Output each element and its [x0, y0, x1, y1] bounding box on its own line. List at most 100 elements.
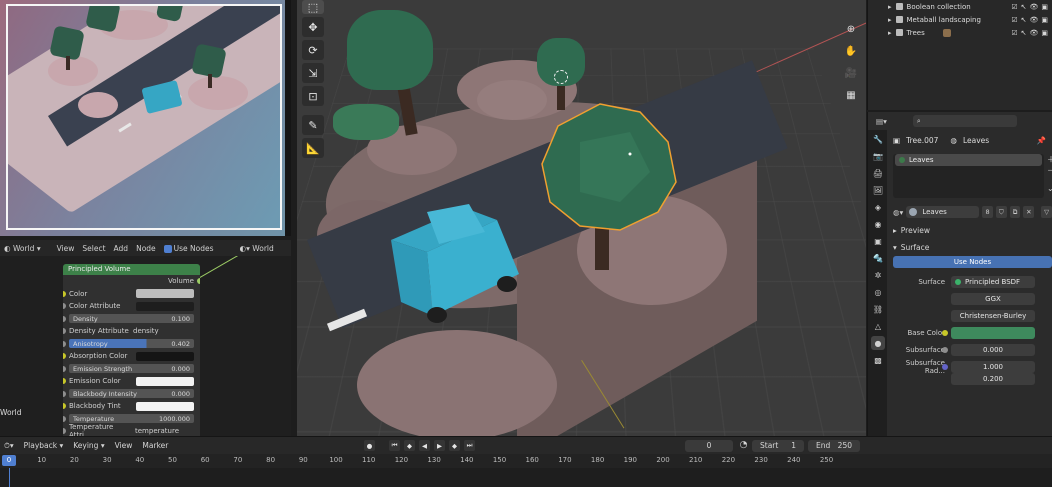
pin-icon[interactable]: 📌 [1037, 136, 1052, 145]
input-socket[interactable] [63, 403, 66, 410]
camera-icon[interactable]: 🎥 [842, 64, 860, 82]
clock-icon[interactable]: ◔ [738, 440, 749, 451]
surface-shader-field[interactable]: Principled BSDF [951, 275, 1035, 288]
texture-tab-icon[interactable]: ▩ [871, 353, 885, 367]
eye-icon[interactable]: 👁 [1029, 29, 1038, 37]
timeline-track-area[interactable] [0, 468, 1052, 487]
blackbody-intensity-field[interactable]: Blackbody Intensity 0.000 [69, 389, 194, 399]
camera-icon[interactable]: ▣ [1041, 16, 1048, 24]
emission-strength-field[interactable]: Emission Strength 0.000 [69, 364, 194, 374]
output-tab-icon[interactable]: 🖨 [871, 166, 885, 180]
fake-user-shield-icon[interactable]: ⛉ [995, 206, 1007, 218]
menu-node[interactable]: Node [136, 244, 156, 253]
zoom-icon[interactable]: ⊕ [842, 20, 860, 38]
subsurface-method-dropdown[interactable]: Christensen-Burley [951, 309, 1035, 322]
move-tool-icon[interactable]: ✥ [302, 17, 324, 37]
menu-view[interactable]: View [57, 244, 75, 253]
outliner-item[interactable]: ▸ Boolean collection ☑ ↖ 👁 ▣ [868, 0, 1052, 13]
material-slot-item[interactable]: Leaves [895, 154, 1042, 166]
scene-tab-icon[interactable]: ◈ [871, 200, 885, 214]
input-socket[interactable] [63, 340, 66, 347]
perspective-grid-icon[interactable]: ▦ [842, 86, 860, 104]
annotate-tool-icon[interactable]: ✎ [302, 115, 324, 135]
3d-cursor-icon[interactable] [554, 70, 568, 84]
select-arrow-icon[interactable]: ↖ [1021, 16, 1027, 24]
expand-arrow-icon[interactable]: ▸ [888, 29, 892, 37]
play-icon[interactable]: ▶ [434, 440, 445, 451]
input-socket[interactable] [63, 328, 66, 335]
record-icon[interactable]: ● [364, 440, 375, 451]
color-swatch[interactable] [136, 376, 194, 386]
output-socket[interactable] [197, 278, 200, 285]
base-color-swatch[interactable] [942, 326, 1035, 339]
timeline-editor-icon[interactable]: ⏱▾ [4, 441, 14, 451]
rotate-tool-icon[interactable]: ⟳ [302, 40, 324, 60]
playhead[interactable] [9, 468, 10, 487]
material-name-field[interactable]: Leaves [906, 206, 980, 218]
text-field[interactable] [136, 301, 194, 311]
density-field[interactable]: Density 0.100 [69, 314, 194, 324]
jump-start-icon[interactable]: ⏮ [389, 440, 400, 451]
world-tab-icon[interactable]: ◉ [871, 217, 885, 231]
input-socket[interactable] [63, 353, 66, 360]
subsurface-radius-y-field[interactable]: 0.200 [951, 372, 1035, 385]
3d-viewport[interactable] [297, 0, 866, 436]
expand-arrow-icon[interactable]: ▸ [888, 16, 892, 24]
eye-icon[interactable]: 👁 [1029, 3, 1038, 11]
checkbox-icon[interactable]: ☑ [1011, 3, 1017, 11]
input-socket[interactable] [63, 290, 66, 297]
density-attribute-field[interactable]: density [133, 327, 159, 335]
color-swatch[interactable] [136, 289, 194, 299]
constraints-tab-icon[interactable]: ⛓ [871, 302, 885, 316]
principled-volume-node[interactable]: Principled Volume Volume Color Color Att… [63, 264, 200, 436]
anisotropy-slider[interactable]: Anisotropy 0.402 [69, 339, 194, 349]
input-socket[interactable] [63, 428, 66, 435]
input-socket[interactable] [63, 378, 66, 385]
select-arrow-icon[interactable]: ↖ [1021, 29, 1027, 37]
select-box-tool-icon[interactable]: ⬚ [302, 0, 324, 14]
filter-icon[interactable]: ▽ [1041, 206, 1052, 218]
menu-keying[interactable]: Keying ▾ [73, 441, 104, 450]
subsurface-field[interactable]: 0.000 [942, 343, 1035, 356]
use-nodes-button[interactable]: Use Nodes [893, 256, 1052, 268]
jump-keyframe-back-icon[interactable]: ◆ [404, 440, 415, 451]
browse-material-icon[interactable]: ◍▾ [893, 208, 903, 217]
preview-panel-header[interactable]: ▸ Preview [887, 223, 1052, 237]
modifier-tab-icon[interactable]: 🔩 [871, 251, 885, 265]
editor-type-icon[interactable]: ▤▾ [876, 117, 887, 126]
temperature-attribute-field[interactable]: temperature [135, 427, 179, 435]
jump-keyframe-forward-icon[interactable]: ◆ [449, 440, 460, 451]
camera-icon[interactable]: ▣ [1041, 3, 1048, 11]
slot-menu-icon[interactable]: ⌄ [1047, 184, 1052, 193]
color-swatch[interactable] [136, 401, 194, 411]
surface-panel-header[interactable]: ▾ Surface [887, 240, 1052, 254]
input-socket[interactable] [63, 365, 66, 372]
use-nodes-checkbox[interactable]: Use Nodes [163, 244, 214, 253]
checkbox-icon[interactable]: ☑ [1011, 16, 1017, 24]
transform-tool-icon[interactable]: ⊡ [302, 86, 324, 106]
subsurface-radius-x-field[interactable]: 1.000 [942, 360, 1035, 373]
duplicate-material-icon[interactable]: ⧉ [1009, 206, 1021, 218]
outliner-item[interactable]: ▸ Trees ☑ ↖ 👁 ▣ [868, 26, 1052, 39]
scale-tool-icon[interactable]: ⇲ [302, 63, 324, 83]
current-frame-field[interactable]: 0 [685, 440, 733, 452]
menu-marker[interactable]: Marker [142, 441, 168, 450]
start-frame-field[interactable]: Start 1 [752, 440, 804, 452]
input-socket[interactable] [63, 390, 66, 397]
end-frame-field[interactable]: End 250 [808, 440, 860, 452]
menu-view[interactable]: View [115, 441, 133, 450]
input-socket[interactable] [63, 303, 66, 310]
jump-end-icon[interactable]: ⏭ [464, 440, 475, 451]
physics-tab-icon[interactable]: ◎ [871, 285, 885, 299]
measure-tool-icon[interactable]: 📐 [302, 138, 324, 158]
distribution-dropdown[interactable]: GGX [951, 292, 1035, 305]
menu-add[interactable]: Add [114, 244, 129, 253]
world-shading-selector[interactable]: ◐ World ▾ [4, 244, 41, 253]
checkbox-icon[interactable]: ☑ [1011, 29, 1017, 37]
pan-hand-icon[interactable]: ✋ [842, 42, 860, 60]
world-datablock-dropdown[interactable]: ◐▾ World [240, 244, 274, 253]
input-socket[interactable] [63, 315, 66, 322]
menu-playback[interactable]: Playback ▾ [24, 441, 64, 450]
material-tab-icon[interactable]: ● [871, 336, 885, 350]
view-layer-tab-icon[interactable]: 🖼 [871, 183, 885, 197]
